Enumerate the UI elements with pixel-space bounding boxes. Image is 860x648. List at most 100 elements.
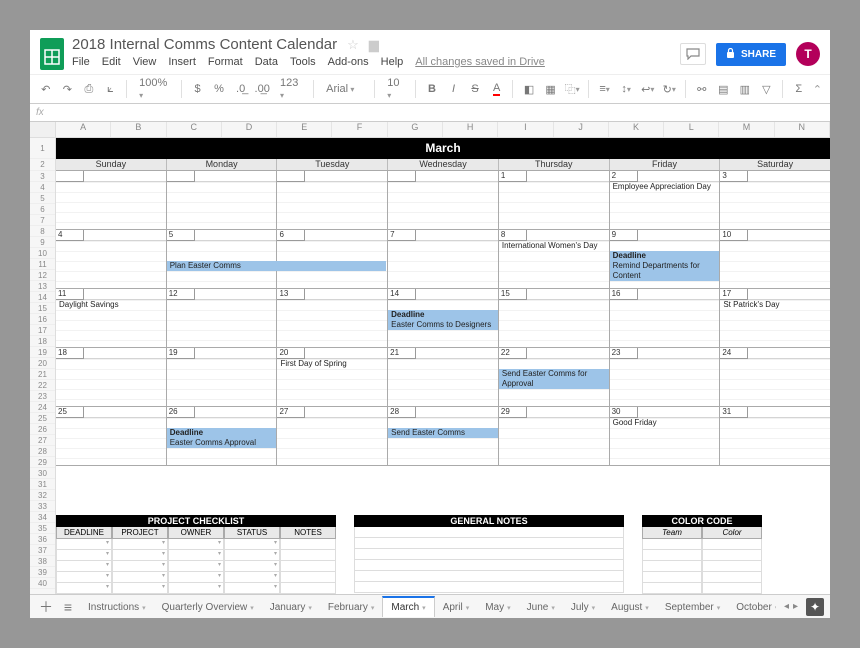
day-cell[interactable]: 14DeadlineEaster Comms to Designers <box>388 289 499 347</box>
notes-cell[interactable] <box>354 571 624 582</box>
colorcode-cell[interactable] <box>702 539 762 550</box>
saved-status[interactable]: All changes saved in Drive <box>415 56 545 68</box>
colorcode-cell[interactable] <box>702 561 762 572</box>
calendar-event[interactable]: First Day of Spring <box>277 359 387 369</box>
row-header[interactable]: 21 <box>30 369 55 380</box>
menu-insert[interactable]: Insert <box>168 56 196 68</box>
sheet-tab[interactable]: Instructions▾ <box>80 597 154 617</box>
menu-edit[interactable]: Edit <box>102 56 121 68</box>
row-header[interactable]: 9 <box>30 237 55 248</box>
menu-data[interactable]: Data <box>255 56 278 68</box>
column-header[interactable]: J <box>554 122 609 137</box>
row-header[interactable]: 19 <box>30 347 55 358</box>
row-header[interactable]: 6 <box>30 204 55 215</box>
day-cell[interactable]: 25 <box>56 407 167 465</box>
day-cell[interactable]: 30Good Friday <box>610 407 721 465</box>
row-header[interactable]: 7 <box>30 215 55 226</box>
toolbar-collapse-icon[interactable]: ⌃ <box>813 83 822 96</box>
row-header[interactable]: 28 <box>30 446 55 457</box>
column-header[interactable]: M <box>719 122 774 137</box>
filter-button[interactable]: ▽ <box>759 80 775 98</box>
merge-button[interactable]: ⿻ <box>564 80 580 98</box>
fill-color-button[interactable]: ◧ <box>521 80 537 98</box>
notes-cell[interactable] <box>354 582 624 593</box>
colorcode-cell[interactable] <box>702 550 762 561</box>
star-icon[interactable]: ☆ <box>347 37 359 53</box>
row-header[interactable]: 31 <box>30 479 55 490</box>
day-cell[interactable]: 29 <box>499 407 610 465</box>
day-cell[interactable]: 10 <box>720 230 830 288</box>
sheet-tab[interactable]: August▾ <box>603 597 657 617</box>
v-align-button[interactable]: ↕ <box>618 80 634 98</box>
row-header[interactable]: 23 <box>30 391 55 402</box>
row-header[interactable]: 15 <box>30 303 55 314</box>
row-header[interactable]: 40 <box>30 578 55 589</box>
checklist-cell[interactable] <box>168 539 224 550</box>
row-header[interactable]: 14 <box>30 292 55 303</box>
undo-button[interactable]: ↶ <box>38 80 54 98</box>
row-header[interactable]: 2 <box>30 159 55 171</box>
colorcode-cell[interactable] <box>642 572 702 583</box>
checklist-cell[interactable] <box>280 539 336 550</box>
calendar-event[interactable]: International Women's Day <box>499 241 609 251</box>
checklist-cell[interactable] <box>112 550 168 561</box>
format-currency[interactable]: $ <box>190 80 206 98</box>
functions-button[interactable]: Σ <box>791 80 807 98</box>
day-cell[interactable]: 31 <box>720 407 830 465</box>
calendar-event[interactable]: Daylight Savings <box>56 300 166 310</box>
notes-cell[interactable] <box>354 549 624 560</box>
row-header[interactable]: 24 <box>30 402 55 413</box>
row-header[interactable]: 22 <box>30 380 55 391</box>
h-align-button[interactable]: ≡ <box>597 80 613 98</box>
day-cell[interactable]: 7 <box>388 230 499 288</box>
bold-button[interactable]: B <box>424 80 440 98</box>
select-all-cell[interactable] <box>30 122 56 137</box>
checklist-cell[interactable] <box>56 539 112 550</box>
calendar-event[interactable]: Send Easter Comms for Approval <box>499 369 609 389</box>
checklist-cell[interactable] <box>280 583 336 594</box>
paint-format-button[interactable]: ⟀ <box>103 80 119 98</box>
font-select[interactable]: Arial <box>322 83 366 95</box>
sheet-tab[interactable]: September▾ <box>657 597 728 617</box>
day-cell[interactable]: 23 <box>610 348 721 406</box>
row-header[interactable]: 5 <box>30 193 55 204</box>
colorcode-cell[interactable] <box>702 583 762 594</box>
row-header[interactable]: 37 <box>30 545 55 556</box>
day-cell[interactable]: 9DeadlineRemind Departments for Content <box>610 230 721 288</box>
italic-button[interactable]: I <box>446 80 462 98</box>
row-header[interactable]: 11 <box>30 259 55 270</box>
notes-cell[interactable] <box>354 527 624 538</box>
sheet-tab[interactable]: May▾ <box>477 597 518 617</box>
folder-icon[interactable]: ▆ <box>369 37 379 53</box>
tabs-scroll-right[interactable]: ▸ <box>793 601 798 612</box>
checklist-cell[interactable] <box>168 572 224 583</box>
checklist-cell[interactable] <box>56 572 112 583</box>
sheet-tab[interactable]: February▾ <box>320 597 383 617</box>
sheet-tab[interactable]: October▾ <box>728 597 776 617</box>
menu-tools[interactable]: Tools <box>290 56 316 68</box>
text-color-button[interactable]: A <box>489 80 505 98</box>
column-header[interactable]: K <box>609 122 664 137</box>
calendar-event[interactable]: Deadline <box>388 310 498 320</box>
row-header[interactable]: 3 <box>30 171 55 182</box>
checklist-cell[interactable] <box>168 583 224 594</box>
menu-view[interactable]: View <box>133 56 157 68</box>
share-button[interactable]: SHARE <box>716 43 786 66</box>
calendar-event[interactable]: Employee Appreciation Day <box>610 182 720 192</box>
calendar-event[interactable]: Easter Comms to Designers <box>388 320 498 330</box>
checklist-cell[interactable] <box>280 550 336 561</box>
colorcode-cell[interactable] <box>642 550 702 561</box>
day-cell[interactable]: 5Plan Easter Comms <box>167 230 278 288</box>
column-header[interactable]: E <box>277 122 332 137</box>
checklist-cell[interactable] <box>112 561 168 572</box>
day-cell[interactable]: 11Daylight Savings <box>56 289 167 347</box>
row-header[interactable]: 10 <box>30 248 55 259</box>
column-header[interactable]: H <box>443 122 498 137</box>
day-cell[interactable]: 2Employee Appreciation Day <box>610 171 721 229</box>
day-cell[interactable]: 8International Women's Day <box>499 230 610 288</box>
row-header[interactable]: 34 <box>30 512 55 523</box>
checklist-cell[interactable] <box>168 561 224 572</box>
day-cell[interactable]: 17St Patrick's Day <box>720 289 830 347</box>
checklist-cell[interactable] <box>112 572 168 583</box>
chart-button[interactable]: ▥ <box>737 80 753 98</box>
